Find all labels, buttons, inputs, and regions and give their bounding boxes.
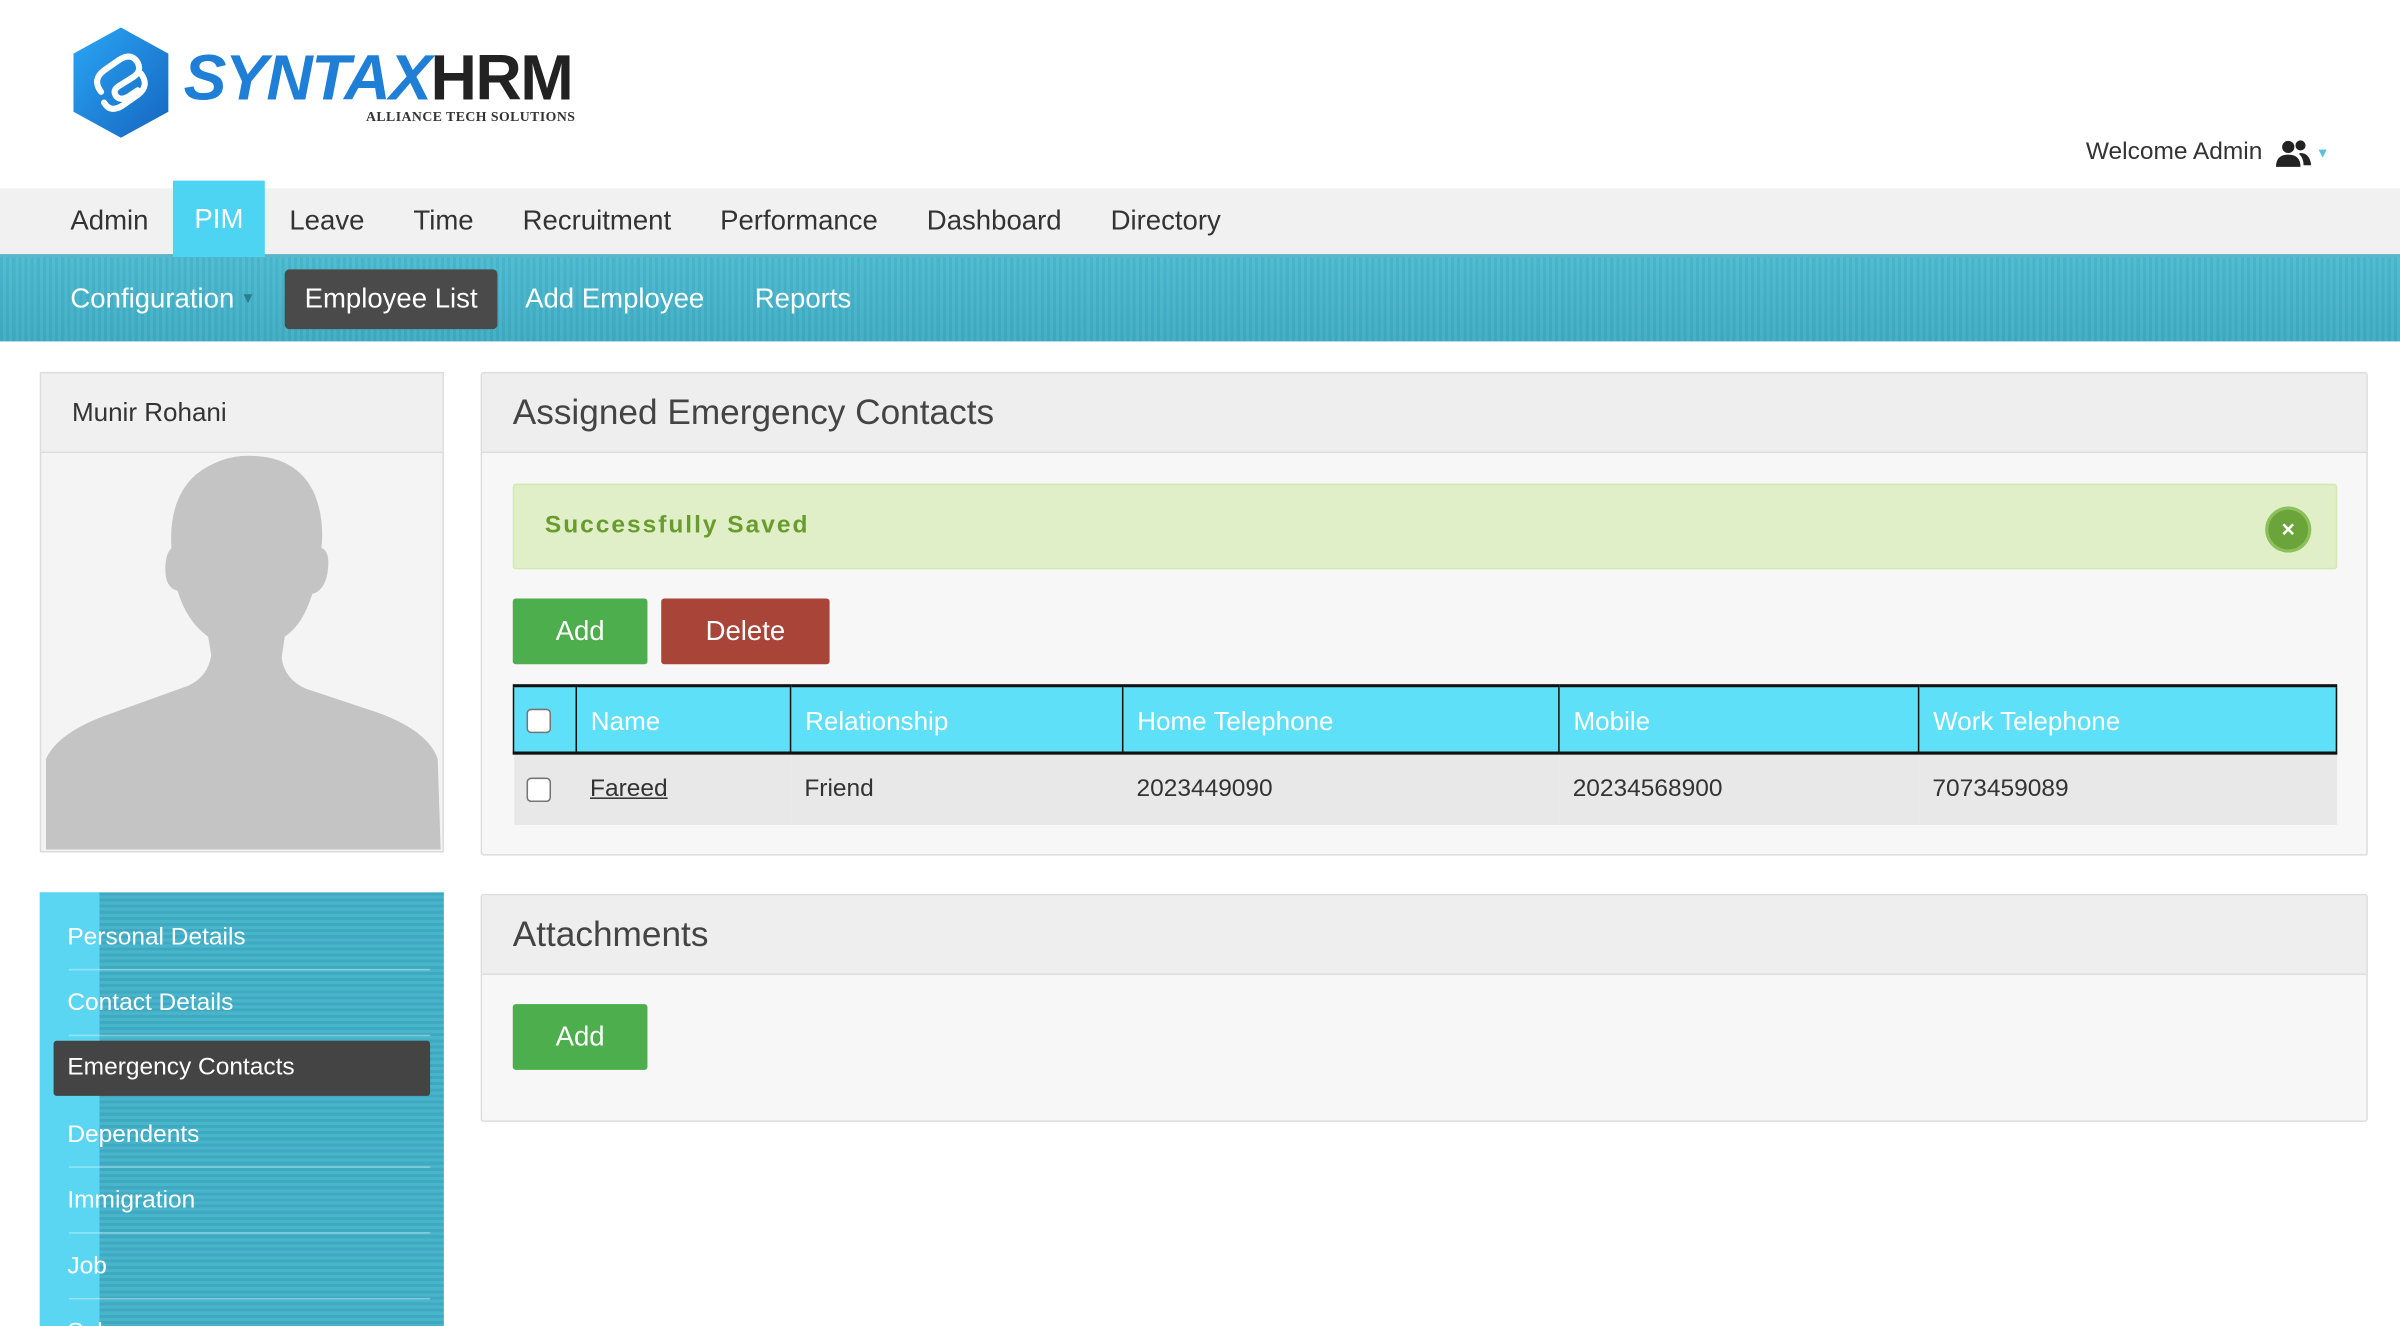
menu-item-admin[interactable]: Admin [46, 188, 173, 254]
side-nav-item-personal-details[interactable]: Personal Details [54, 905, 431, 971]
add-attachment-button[interactable]: Add [512, 1004, 648, 1070]
row-select-cell [513, 753, 577, 825]
menu-item-performance[interactable]: Performance [696, 188, 903, 254]
success-message-text: Successfully Saved [544, 512, 810, 539]
menu-item-directory[interactable]: Directory [1086, 188, 1245, 254]
column-header-relationship[interactable]: Relationship [789, 684, 1124, 755]
success-message: Successfully Saved × [512, 483, 2338, 570]
menu-item-recruitment[interactable]: Recruitment [498, 188, 695, 254]
side-nav-item-dependents[interactable]: Dependents [54, 1102, 431, 1168]
contact-name-link[interactable]: Fareed [590, 776, 668, 802]
close-icon[interactable]: × [2265, 506, 2312, 553]
cell-name: Fareed [576, 753, 791, 825]
app-logo[interactable]: SYNTAXHRM ALLIANCE TECH SOLUTIONS [70, 24, 576, 140]
cell-mobile: 20234568900 [1558, 753, 1919, 825]
sub-menu: Configuration ▼ Employee List Add Employ… [0, 257, 2400, 342]
submenu-item-add-employee[interactable]: Add Employee [501, 271, 729, 328]
menu-item-pim[interactable]: PIM [173, 180, 265, 258]
submenu-item-configuration[interactable]: Configuration ▼ [46, 271, 280, 328]
side-nav-item-job[interactable]: Job [54, 1234, 431, 1300]
column-header-work-telephone[interactable]: Work Telephone [1917, 684, 2338, 755]
emergency-contacts-table: Name Relationship Home Telephone Mobile … [512, 684, 2338, 825]
column-header-mobile[interactable]: Mobile [1558, 684, 1920, 755]
avatar-silhouette-icon [45, 455, 441, 850]
cell-relationship: Friend [790, 753, 1123, 825]
employee-name: Munir Rohani [41, 373, 443, 454]
logo-tagline: ALLIANCE TECH SOLUTIONS [366, 108, 576, 124]
logo-word-hrm: HRM [430, 41, 573, 114]
side-nav-item-contact-details[interactable]: Contact Details [54, 970, 431, 1037]
cell-home-telephone: 2023449090 [1122, 753, 1559, 825]
side-nav-item-salary[interactable]: Salary [54, 1299, 431, 1326]
table-row: Fareed Friend 2023449090 20234568900 707… [513, 753, 2337, 825]
logo-hex-icon [73, 27, 169, 138]
chevron-down-icon: ▼ [2315, 145, 2330, 161]
panel-title: Attachments [482, 895, 2367, 975]
row-checkbox[interactable] [525, 777, 551, 802]
cell-work-telephone: 7073459089 [1918, 753, 2337, 825]
add-contact-button[interactable]: Add [512, 598, 648, 665]
column-header-home-telephone[interactable]: Home Telephone [1121, 684, 1560, 755]
select-all-checkbox[interactable] [526, 707, 552, 733]
menu-item-dashboard[interactable]: Dashboard [902, 188, 1086, 254]
employee-photo[interactable] [42, 453, 441, 850]
employee-side-nav: Personal Details Contact Details Emergen… [39, 892, 444, 1326]
side-nav-item-immigration[interactable]: Immigration [54, 1168, 431, 1234]
menu-item-leave[interactable]: Leave [265, 188, 389, 254]
welcome-menu[interactable]: Welcome Admin ▼ [2086, 138, 2330, 169]
submenu-item-label: Configuration [70, 283, 235, 314]
welcome-text: Welcome Admin [2085, 139, 2263, 166]
main-menu: Admin PIM Leave Time Recruitment Perform… [0, 180, 2400, 258]
emergency-contacts-panel: Assigned Emergency Contacts Successfully… [480, 371, 2368, 856]
select-all-cell [512, 684, 578, 755]
menu-item-time[interactable]: Time [389, 188, 498, 254]
attachments-panel: Attachments Add [480, 893, 2368, 1122]
chevron-down-icon: ▼ [240, 290, 256, 308]
users-icon [2275, 138, 2315, 169]
side-nav-item-emergency-contacts[interactable]: Emergency Contacts [53, 1040, 431, 1096]
submenu-item-reports[interactable]: Reports [730, 271, 875, 328]
header: SYNTAXHRM ALLIANCE TECH SOLUTIONS Welcom… [0, 0, 2400, 189]
delete-contact-button[interactable]: Delete [661, 598, 830, 665]
table-header-row: Name Relationship Home Telephone Mobile … [512, 684, 2338, 755]
profile-card: Munir Rohani [39, 371, 444, 853]
panel-title: Assigned Emergency Contacts [482, 373, 2367, 454]
column-header-name[interactable]: Name [575, 684, 792, 755]
submenu-item-employee-list[interactable]: Employee List [284, 269, 498, 330]
logo-word-syntax: SYNTAX [183, 41, 432, 114]
